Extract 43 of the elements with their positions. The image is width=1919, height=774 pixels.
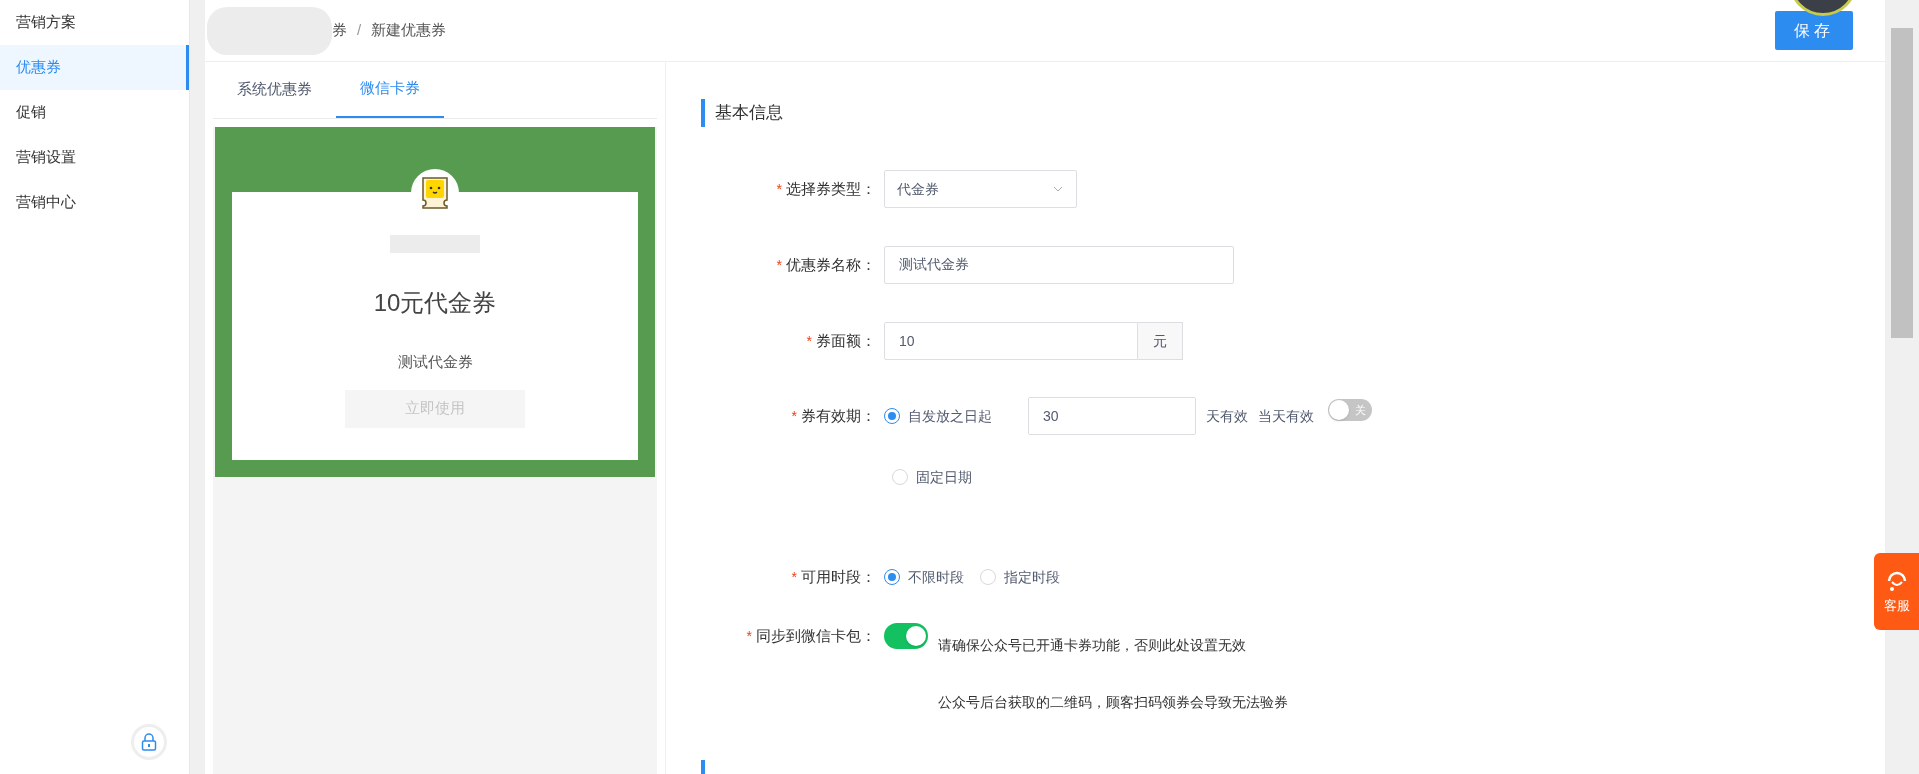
tab[interactable]: 微信卡券 xyxy=(336,61,444,118)
radio-label: 固定日期 xyxy=(916,467,972,487)
required-mark: * xyxy=(776,179,782,199)
sidebar-item[interactable]: 促销 xyxy=(0,90,189,135)
same-day-label: 当天有效 xyxy=(1258,406,1314,426)
field-label: 同步到微信卡包： xyxy=(756,625,876,646)
breadcrumb-item: 新建优惠券 xyxy=(371,20,447,41)
required-mark: * xyxy=(791,567,797,587)
toggle-switch[interactable] xyxy=(884,623,928,649)
required-mark: * xyxy=(776,255,782,275)
radio-button[interactable] xyxy=(884,569,900,585)
breadcrumb-separator: / xyxy=(357,20,362,41)
field-label: 优惠券名称： xyxy=(786,254,876,275)
radio-button[interactable] xyxy=(884,408,900,424)
days-input[interactable]: 30 xyxy=(1028,397,1196,435)
type-select[interactable]: 代金券 xyxy=(884,170,1077,208)
coupon-subtitle: 测试代金券 xyxy=(397,352,473,372)
smiley-ticket-icon xyxy=(420,176,450,210)
hint-text: 公众号后台获取的二维码，顾客扫码领券会导致无法验券 xyxy=(938,693,1288,712)
hint-text: 请确保公众号已开通卡券功能，否则此处设置无效 xyxy=(938,636,1247,655)
required-mark: * xyxy=(746,626,752,646)
name-input[interactable]: 测试代金券 xyxy=(884,246,1234,284)
unit-addon: 元 xyxy=(1138,322,1183,360)
required-mark: * xyxy=(791,406,797,426)
field-label: 选择券类型： xyxy=(786,178,876,199)
coupon-title: 10元代金券 xyxy=(373,288,497,318)
lock-icon xyxy=(141,733,157,751)
tab[interactable]: 系统优惠券 xyxy=(213,61,336,118)
breadcrumb-item[interactable]: 券 xyxy=(332,19,347,42)
sidebar-item[interactable]: 营销中心 xyxy=(0,180,189,225)
radio-label: 不限时段 xyxy=(908,567,964,587)
sidebar-item[interactable]: 营销方案 xyxy=(0,0,189,45)
field-label: 券有效期： xyxy=(801,405,876,426)
radio-label: 指定时段 xyxy=(1004,567,1060,587)
amount-input[interactable]: 10 xyxy=(884,322,1138,360)
sidebar-item[interactable]: 营销设置 xyxy=(0,135,189,180)
days-suffix: 天有效 xyxy=(1206,406,1248,426)
section-title: 基本信息 xyxy=(715,102,783,125)
required-mark: * xyxy=(806,331,812,351)
field-label: 可用时段： xyxy=(801,566,876,587)
lock-button[interactable] xyxy=(131,724,167,760)
field-label: 券面额： xyxy=(816,330,876,351)
radio-label: 自发放之日起 xyxy=(908,406,992,426)
